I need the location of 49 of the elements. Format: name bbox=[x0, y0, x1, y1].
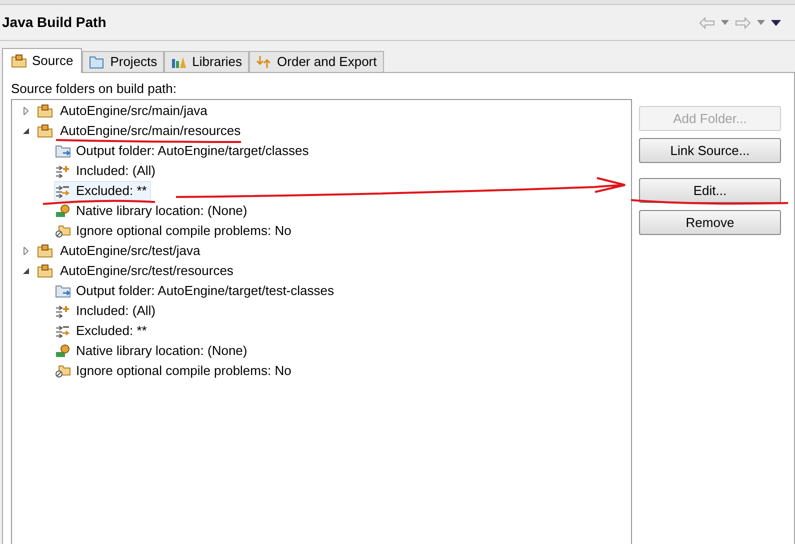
library-icon bbox=[55, 344, 71, 358]
collapse-triangle-icon[interactable] bbox=[22, 127, 30, 135]
section-label: Source folders on build path: bbox=[11, 80, 178, 98]
books-icon bbox=[171, 55, 188, 69]
expand-triangle-icon[interactable] bbox=[22, 107, 30, 115]
tab[interactable]: Libraries bbox=[164, 51, 250, 72]
folder-icon bbox=[55, 284, 71, 298]
filter-plus-icon bbox=[55, 164, 71, 178]
tree-item[interactable]: Included: (All) bbox=[76, 161, 156, 181]
folder-icon bbox=[55, 144, 71, 158]
filter-minus-icon bbox=[55, 324, 71, 338]
filter-minus-icon bbox=[55, 184, 71, 198]
back-arrow-icon[interactable] bbox=[699, 16, 715, 28]
tree-item[interactable]: Native library location: (None) bbox=[76, 341, 248, 361]
collapse-triangle-icon[interactable] bbox=[22, 267, 30, 275]
package-folder-icon bbox=[37, 124, 53, 138]
tab[interactable]: Source bbox=[2, 48, 82, 73]
dropdown-caret-icon[interactable] bbox=[757, 20, 765, 25]
action-button[interactable]: Remove bbox=[639, 210, 781, 235]
package-folder-icon bbox=[11, 54, 27, 68]
tree-item[interactable]: AutoEngine/src/main/java bbox=[60, 101, 208, 121]
tab[interactable]: Order and Export bbox=[249, 51, 384, 72]
tree-item[interactable]: Ignore optional compile problems: No bbox=[76, 221, 292, 241]
package-warning-icon bbox=[55, 364, 71, 378]
tree-item[interactable]: AutoEngine/src/test/resources bbox=[60, 261, 234, 281]
package-folder-icon bbox=[37, 264, 53, 278]
package-folder-icon bbox=[37, 244, 53, 258]
tree-item[interactable]: AutoEngine/src/test/java bbox=[60, 241, 200, 261]
package-warning-icon bbox=[55, 224, 71, 238]
arrows-icon bbox=[256, 55, 272, 69]
view-menu-icon[interactable] bbox=[771, 20, 781, 26]
tree-item[interactable]: Output folder: AutoEngine/target/classes bbox=[76, 141, 309, 161]
package-folder-icon bbox=[37, 104, 53, 118]
action-button[interactable]: Edit... bbox=[639, 178, 781, 203]
dropdown-caret-icon[interactable] bbox=[721, 20, 729, 25]
tree-item[interactable]: Native library location: (None) bbox=[76, 201, 248, 221]
tree-item[interactable]: Excluded: ** bbox=[76, 321, 147, 341]
library-icon bbox=[55, 204, 71, 218]
tree-item[interactable]: AutoEngine/src/main/resources bbox=[60, 121, 241, 141]
folder-icon bbox=[89, 55, 106, 69]
action-button[interactable]: Link Source... bbox=[639, 138, 781, 163]
tree-item[interactable]: Ignore optional compile problems: No bbox=[76, 361, 292, 381]
filter-plus-icon bbox=[55, 304, 71, 318]
forward-arrow-icon[interactable] bbox=[735, 16, 751, 28]
tree-item[interactable]: Output folder: AutoEngine/target/test-classes bbox=[76, 281, 334, 301]
tree-item[interactable]: Included: (All) bbox=[76, 301, 156, 321]
tab[interactable]: Projects bbox=[82, 51, 164, 72]
page-title: Java Build Path bbox=[2, 13, 106, 32]
expand-triangle-icon[interactable] bbox=[22, 247, 30, 255]
